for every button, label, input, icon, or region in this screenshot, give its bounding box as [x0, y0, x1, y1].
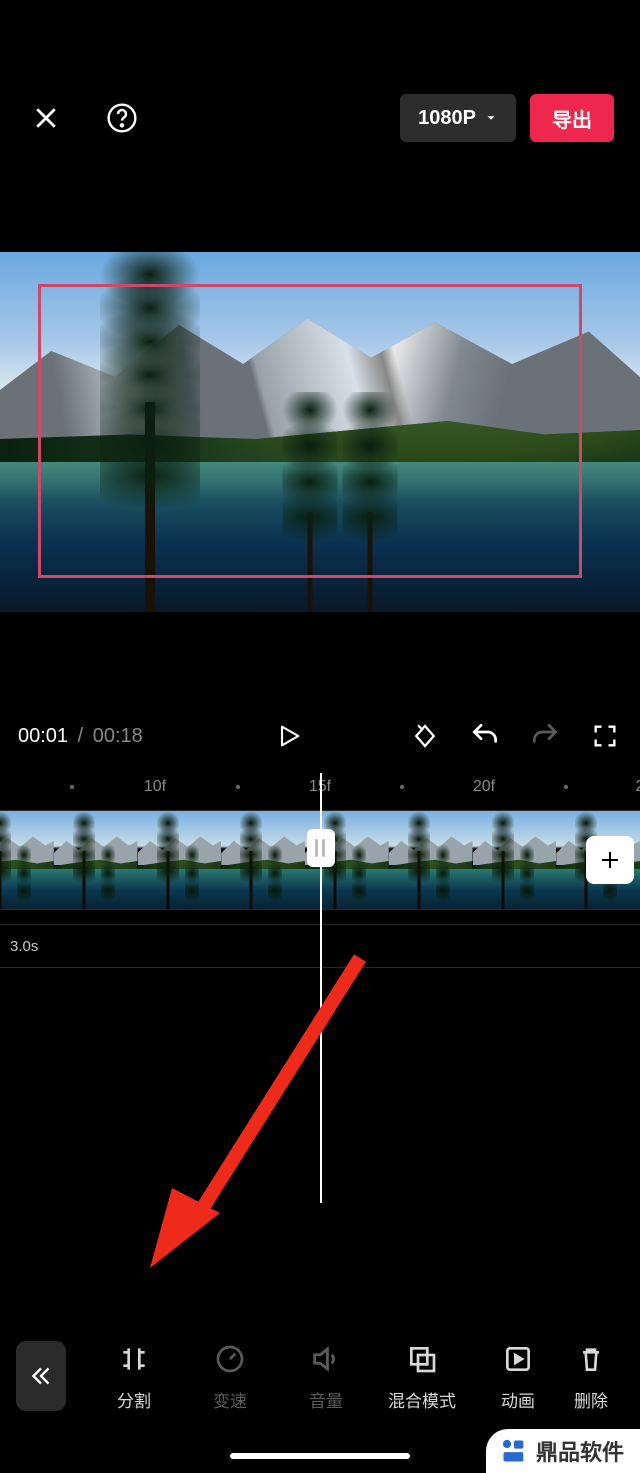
blend-icon: [406, 1343, 438, 1375]
tool-label: 音量: [309, 1387, 343, 1412]
close-button[interactable]: [26, 98, 66, 138]
watermark-logo-icon: [500, 1437, 528, 1465]
help-icon: [106, 102, 138, 134]
plus-icon: [598, 848, 622, 872]
close-icon: [31, 103, 61, 133]
ruler-tick: [236, 785, 240, 789]
tool-volume[interactable]: 音量: [278, 1331, 374, 1421]
playhead-grip: [315, 839, 318, 857]
top-bar-right: 1080P 导出: [400, 94, 614, 142]
top-bar: 1080P 导出: [0, 88, 640, 148]
export-button[interactable]: 导出: [530, 94, 614, 142]
preview-tree: [90, 252, 210, 612]
chevron-down-icon: [484, 111, 498, 125]
help-button[interactable]: [102, 98, 142, 138]
ruler-label: 2: [636, 778, 640, 796]
playhead[interactable]: [320, 773, 322, 1203]
tool-label: 删除: [574, 1387, 608, 1412]
ruler-tick: [564, 785, 568, 789]
time-separator: /: [78, 725, 84, 747]
watermark-text: 鼎品软件: [536, 1435, 624, 1467]
tool-blend-mode[interactable]: 混合模式: [374, 1331, 470, 1421]
tool-animation[interactable]: 动画: [470, 1331, 566, 1421]
play-button[interactable]: [269, 716, 309, 756]
resolution-label: 1080P: [418, 107, 476, 130]
keyframe-icon: [410, 721, 440, 751]
tool-delete[interactable]: 删除: [566, 1331, 616, 1421]
resolution-button[interactable]: 1080P: [400, 94, 516, 142]
tool-label: 变速: [213, 1387, 247, 1412]
delete-icon: [575, 1343, 607, 1375]
playhead-grip: [322, 839, 325, 857]
clip-thumbnail[interactable]: [221, 811, 305, 910]
timeline-area: 3.0s: [0, 810, 640, 968]
clip-thumbnail[interactable]: [389, 811, 473, 910]
current-time: 00:01: [18, 725, 68, 747]
add-clip-button[interactable]: [586, 836, 634, 884]
bottom-toolbar: 分割 变速 音量 混合模式 动画 删除: [0, 1321, 640, 1431]
time-display: 00:01 / 00:18: [18, 725, 143, 748]
fullscreen-icon: [591, 722, 619, 750]
fullscreen-button[interactable]: [588, 719, 622, 753]
top-bar-left: [26, 98, 142, 138]
clip-thumbnail[interactable]: [54, 811, 138, 910]
watermark: 鼎品软件: [486, 1429, 640, 1473]
total-time: 00:18: [93, 725, 143, 747]
playback-bar: 00:01 / 00:18: [0, 706, 640, 766]
undo-button[interactable]: [468, 719, 502, 753]
clip-thumbnail[interactable]: [138, 811, 222, 910]
annotation-arrow: [150, 948, 390, 1278]
video-preview[interactable]: [0, 252, 640, 612]
preview-tree: [280, 392, 340, 612]
ruler-label: 10f: [144, 778, 166, 796]
home-indicator: [230, 1453, 410, 1459]
preview-tree: [340, 392, 400, 612]
tool-label: 分割: [117, 1387, 151, 1412]
volume-icon: [309, 1342, 343, 1376]
playback-controls-right: [408, 719, 622, 753]
keyframe-button[interactable]: [408, 719, 442, 753]
clip-thumbnail[interactable]: [0, 811, 54, 910]
ruler-label: 20f: [473, 778, 495, 796]
ruler-tick: [400, 785, 404, 789]
tool-speed[interactable]: 变速: [182, 1331, 278, 1421]
clip-thumbnail[interactable]: [473, 811, 557, 910]
tool-label: 混合模式: [388, 1387, 456, 1412]
chevron-double-left-icon: [28, 1363, 54, 1389]
ruler-tick: [70, 785, 74, 789]
redo-icon: [529, 720, 561, 752]
tool-split[interactable]: 分割: [86, 1331, 182, 1421]
split-icon: [118, 1343, 150, 1375]
subtrack-duration: 3.0s: [10, 938, 38, 955]
undo-icon: [469, 720, 501, 752]
redo-button[interactable]: [528, 719, 562, 753]
speed-icon: [214, 1343, 246, 1375]
play-icon: [275, 721, 303, 751]
tool-label: 动画: [501, 1387, 535, 1412]
collapse-toolbar-button[interactable]: [16, 1341, 66, 1411]
animation-icon: [502, 1343, 534, 1375]
export-label: 导出: [552, 104, 592, 133]
